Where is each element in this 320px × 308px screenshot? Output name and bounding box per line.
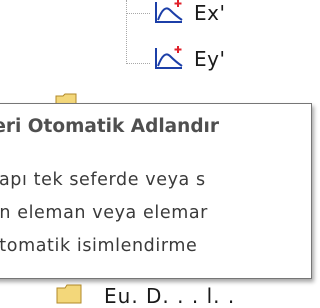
tooltip-title: leri Otomatik Adlandır bbox=[0, 116, 220, 137]
tree-connector bbox=[126, 63, 150, 64]
tree-item-label: Ex' bbox=[194, 1, 226, 25]
tree-item-ey[interactable]: Ey' bbox=[152, 46, 225, 72]
tree-item-label: Ey' bbox=[194, 47, 226, 71]
tooltip-text-line: en eleman veya elemar bbox=[0, 203, 208, 223]
tooltip-text-line: otomatik isimlendirme bbox=[0, 236, 198, 256]
tree-connector bbox=[126, 0, 127, 64]
tree-item-label: Eu. D. . . l. . bbox=[104, 284, 236, 308]
curve-plus-icon bbox=[155, 0, 183, 23]
tree-connector bbox=[126, 13, 150, 14]
tooltip: leri Otomatik Adlandır yapı tek seferde … bbox=[0, 103, 312, 279]
folder-icon[interactable] bbox=[56, 284, 82, 304]
tree-item-ex[interactable]: Ex' bbox=[152, 0, 225, 26]
tooltip-text-line: yapı tek seferde veya s bbox=[0, 170, 206, 190]
curve-plus-icon bbox=[155, 46, 183, 69]
